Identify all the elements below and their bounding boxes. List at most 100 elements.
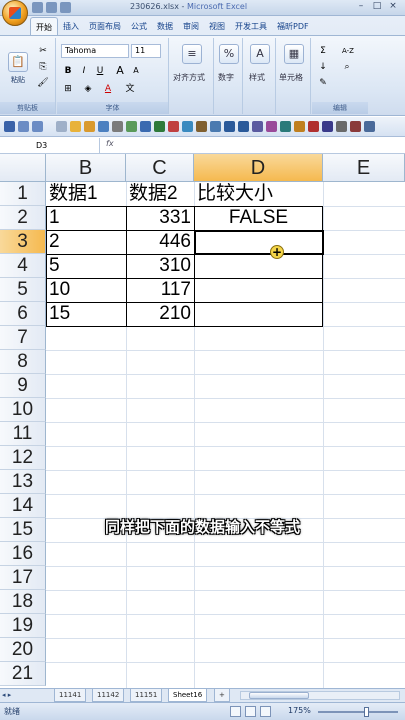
column-header-d[interactable]: D xyxy=(194,154,323,182)
cell-c1[interactable]: 数据2 xyxy=(126,182,194,206)
cell-b4[interactable]: 5 xyxy=(46,254,126,278)
select-all-corner[interactable] xyxy=(0,154,46,182)
name-box[interactable]: D3 xyxy=(0,138,100,153)
tab-page-layout[interactable]: 页面布局 xyxy=(84,17,126,35)
sheet-tab-11141[interactable]: 11141 xyxy=(54,689,87,702)
row-header[interactable]: 14 xyxy=(0,494,46,518)
redo-icon[interactable] xyxy=(60,2,71,13)
cell-b1[interactable]: 数据1 xyxy=(46,182,126,206)
undo-icon[interactable] xyxy=(18,121,29,132)
horizontal-scrollbar[interactable] xyxy=(240,691,400,700)
sheet-tab-11151[interactable]: 11151 xyxy=(130,689,163,702)
autosum-button[interactable]: Σ xyxy=(316,44,330,58)
maximize-button[interactable]: □ xyxy=(371,1,383,11)
delete-row-icon[interactable] xyxy=(238,121,249,132)
column-header-c[interactable]: C xyxy=(126,154,194,182)
open-icon[interactable] xyxy=(70,121,81,132)
normal-view-icon[interactable] xyxy=(230,706,241,717)
row-header[interactable]: 17 xyxy=(0,566,46,590)
font-size-select[interactable]: 11 xyxy=(131,44,161,58)
sheet-nav-arrows[interactable]: ◂ ▸ xyxy=(2,691,11,699)
comment-icon[interactable] xyxy=(294,121,305,132)
font-family-select[interactable]: Tahoma xyxy=(61,44,129,58)
find-icon[interactable]: ⌕ xyxy=(340,60,354,74)
phonetic-icon[interactable]: 文 xyxy=(123,82,137,96)
cell-c4[interactable]: 310 xyxy=(126,254,194,278)
sheet-tab-sheet16[interactable]: Sheet16 xyxy=(168,689,208,702)
highlight-icon[interactable] xyxy=(308,121,319,132)
cell-d1[interactable]: 比较大小 xyxy=(194,182,323,206)
row-header[interactable]: 10 xyxy=(0,398,46,422)
row-header[interactable]: 1 xyxy=(0,182,46,206)
copy-icon[interactable]: ⎘ xyxy=(36,60,50,74)
sheet-tab-11142[interactable]: 11142 xyxy=(92,689,125,702)
filter-icon[interactable] xyxy=(168,121,179,132)
row-header[interactable]: 4 xyxy=(0,254,46,278)
row-header[interactable]: 13 xyxy=(0,470,46,494)
paste-button[interactable]: 📋 粘贴 xyxy=(4,52,32,85)
chart-icon[interactable] xyxy=(154,121,165,132)
cell-b5[interactable]: 10 xyxy=(46,278,126,302)
scroll-thumb[interactable] xyxy=(249,692,309,699)
office-button[interactable] xyxy=(2,0,28,26)
close-button[interactable]: × xyxy=(387,1,399,11)
fx-icon[interactable]: fx xyxy=(106,139,114,148)
tab-insert[interactable]: 插入 xyxy=(58,17,84,35)
tab-foxit-pdf[interactable]: 福昕PDF xyxy=(272,17,314,35)
undo-icon[interactable] xyxy=(46,2,57,13)
row-header[interactable]: 11 xyxy=(0,422,46,446)
column-header-b[interactable]: B xyxy=(46,154,126,182)
row-header[interactable]: 12 xyxy=(0,446,46,470)
cell-c5[interactable]: 117 xyxy=(126,278,194,302)
cells-button[interactable]: ▦ xyxy=(280,44,308,67)
cell-c2[interactable]: 331 xyxy=(126,206,194,230)
clear-icon[interactable]: ✎ xyxy=(316,76,330,90)
macro-icon[interactable] xyxy=(266,121,277,132)
spellcheck-icon[interactable] xyxy=(126,121,137,132)
row-header[interactable]: 3 xyxy=(0,230,46,254)
tab-view[interactable]: 视图 xyxy=(204,17,230,35)
format-painter-icon[interactable]: 🖌 xyxy=(36,76,50,90)
fill-color-icon[interactable]: ◈ xyxy=(81,82,95,96)
folder-icon[interactable] xyxy=(84,121,95,132)
print-icon[interactable] xyxy=(98,121,109,132)
cell-b6[interactable]: 15 xyxy=(46,302,126,326)
styles-button[interactable]: A xyxy=(246,44,274,67)
cell-c6[interactable]: 210 xyxy=(126,302,194,326)
row-header[interactable]: 2 xyxy=(0,206,46,230)
row-header[interactable]: 5 xyxy=(0,278,46,302)
save-icon[interactable] xyxy=(4,121,15,132)
row-header[interactable]: 7 xyxy=(0,326,46,350)
settings-icon[interactable] xyxy=(336,121,347,132)
page-layout-view-icon[interactable] xyxy=(245,706,256,717)
grow-font-button[interactable]: A xyxy=(113,64,127,78)
column-header-e[interactable]: E xyxy=(323,154,405,182)
zoom-level[interactable]: 175% xyxy=(288,706,311,715)
cell-b3[interactable]: 2 xyxy=(46,230,126,254)
alignment-button[interactable]: ≡ xyxy=(178,44,206,67)
pdf-icon[interactable] xyxy=(350,121,361,132)
row-header[interactable]: 8 xyxy=(0,350,46,374)
tab-home[interactable]: 开始 xyxy=(30,17,58,35)
row-header[interactable]: 6 xyxy=(0,302,46,326)
print-preview-icon[interactable] xyxy=(112,121,123,132)
row-header[interactable]: 16 xyxy=(0,542,46,566)
customize-icon[interactable] xyxy=(364,121,375,132)
row-header[interactable]: 18 xyxy=(0,590,46,614)
freeze-icon[interactable] xyxy=(252,121,263,132)
insert-row-icon[interactable] xyxy=(224,121,235,132)
insert-sheet-button[interactable]: + xyxy=(214,689,230,702)
spreadsheet-grid[interactable]: B C D E 1 2 3 4 5 6 7 8 9 10 11 12 13 14… xyxy=(0,154,405,688)
underline-button[interactable]: U xyxy=(93,64,107,78)
cell-d2[interactable]: FALSE xyxy=(194,206,323,230)
tab-review[interactable]: 审阅 xyxy=(178,17,204,35)
fill-icon[interactable]: ↓ xyxy=(316,60,330,74)
number-format-button[interactable]: % xyxy=(215,44,243,67)
row-header[interactable]: 19 xyxy=(0,614,46,638)
font-color-button[interactable]: A xyxy=(101,82,115,96)
bold-button[interactable]: B xyxy=(61,64,75,78)
tab-formulas[interactable]: 公式 xyxy=(126,17,152,35)
shrink-font-button[interactable]: A xyxy=(129,64,143,78)
format-icon[interactable] xyxy=(196,121,207,132)
link-icon[interactable] xyxy=(280,121,291,132)
